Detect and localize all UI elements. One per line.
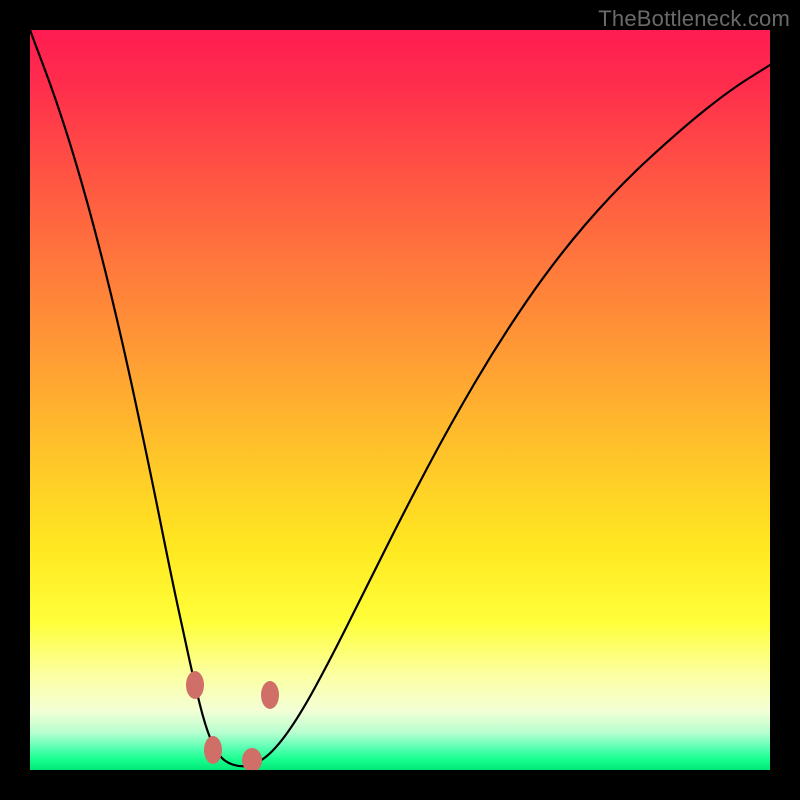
curve-marker — [186, 671, 204, 699]
bottleneck-curve — [30, 30, 770, 766]
outer-frame: TheBottleneck.com — [0, 0, 800, 800]
curve-svg — [30, 30, 770, 770]
curve-marker — [242, 748, 262, 770]
curve-marker — [261, 681, 279, 709]
watermark-text: TheBottleneck.com — [598, 6, 790, 32]
plot-area — [30, 30, 770, 770]
curve-marker — [204, 736, 222, 764]
